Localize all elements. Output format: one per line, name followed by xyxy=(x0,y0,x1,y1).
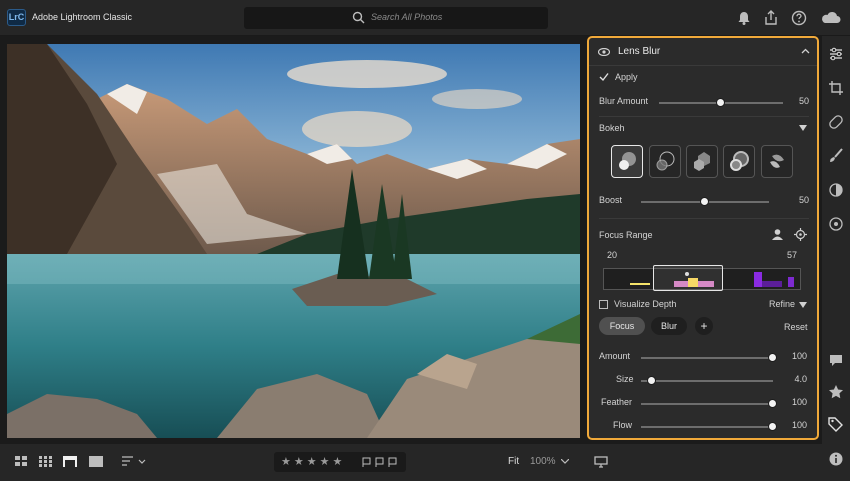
bell-icon[interactable] xyxy=(735,9,753,27)
bokeh-cat-eye-option[interactable] xyxy=(761,145,793,178)
bokeh-ring-icon xyxy=(730,151,749,171)
add-button[interactable]: + xyxy=(695,317,713,335)
slider-label-flow: Flow xyxy=(613,420,633,430)
subject-focus-icon[interactable] xyxy=(771,228,784,241)
depth-histogram[interactable] xyxy=(603,265,801,291)
bokeh-blade-icon xyxy=(694,152,710,171)
right-toolbar xyxy=(822,36,850,481)
search-icon xyxy=(352,11,365,24)
slider-value-amount: 100 xyxy=(791,351,807,361)
panel-header[interactable]: Lens Blur xyxy=(589,38,817,66)
masking-icon[interactable] xyxy=(827,181,845,199)
tag-icon[interactable] xyxy=(827,415,845,433)
apply-checkbox[interactable] xyxy=(599,72,609,82)
focus-range-handle[interactable] xyxy=(685,272,689,276)
bottom-bar: Fit 100% xyxy=(0,444,822,481)
lens-blur-panel: Lens Blur Apply Blur Amount 50 Bokeh Boo… xyxy=(587,36,819,440)
panel-title: Lens Blur xyxy=(618,46,661,57)
bokeh-bubble-option[interactable] xyxy=(649,145,681,178)
red-eye-icon[interactable] xyxy=(827,215,845,233)
slider-size[interactable] xyxy=(641,376,773,385)
slider-label-size: Size xyxy=(616,374,634,384)
slider-amount[interactable] xyxy=(641,353,777,362)
comment-icon[interactable] xyxy=(827,351,845,369)
bokeh-blade-option[interactable] xyxy=(686,145,718,178)
slider-flow[interactable] xyxy=(641,422,777,431)
app-logo: LrC xyxy=(7,9,26,26)
slider-thumb-size[interactable] xyxy=(646,376,656,385)
sort-icon[interactable] xyxy=(122,456,146,467)
focus-mode-button[interactable]: Focus xyxy=(599,317,645,335)
app-name: Adobe Lightroom Classic xyxy=(32,12,133,22)
refine-label[interactable]: Refine xyxy=(769,299,795,309)
edit-icon[interactable] xyxy=(827,45,845,63)
bokeh-circle-icon xyxy=(619,152,636,170)
detail-view-icon[interactable] xyxy=(63,456,77,467)
target-focus-icon[interactable] xyxy=(794,228,807,241)
bokeh-ring-option[interactable] xyxy=(723,145,755,178)
cloud-icon[interactable] xyxy=(820,9,842,27)
bokeh-circle-option[interactable] xyxy=(611,145,643,178)
help-icon[interactable] xyxy=(790,9,808,27)
rating-flags-bar: ★★★★★ xyxy=(274,452,406,472)
info-icon[interactable] xyxy=(827,450,845,468)
bokeh-label: Bokeh xyxy=(599,123,625,133)
boost-value: 50 xyxy=(798,195,809,205)
slider-thumb-feather[interactable] xyxy=(768,399,777,408)
search-field[interactable]: Search All Photos xyxy=(244,7,548,29)
focus-range-selector[interactable] xyxy=(653,265,723,291)
blur-amount-value: 50 xyxy=(798,96,809,106)
apply-label: Apply xyxy=(615,72,638,82)
focus-range-max: 57 xyxy=(787,250,798,260)
flags-icon[interactable] xyxy=(362,457,402,468)
boost-label: Boost xyxy=(599,195,623,205)
slider-label-amount: Amount xyxy=(599,351,631,361)
bokeh-bubble-icon xyxy=(656,151,675,171)
slider-value-flow: 100 xyxy=(791,420,807,430)
refine-dropdown-icon[interactable] xyxy=(799,302,807,308)
photo-canvas[interactable] xyxy=(7,44,580,438)
boost-thumb[interactable] xyxy=(700,197,709,206)
grid-small-icon[interactable] xyxy=(15,456,28,467)
search-placeholder: Search All Photos xyxy=(371,12,443,22)
boost-slider[interactable] xyxy=(641,197,769,206)
grid-large-icon[interactable] xyxy=(39,456,52,467)
loupe-view-icon[interactable] xyxy=(89,456,103,467)
slider-label-feather: Feather xyxy=(601,397,633,407)
brush-icon[interactable] xyxy=(827,147,845,165)
eye-icon[interactable] xyxy=(598,48,610,56)
visualize-depth-checkbox[interactable] xyxy=(599,300,608,309)
top-bar: LrC Adobe Lightroom Classic Search All P… xyxy=(0,0,850,36)
slider-thumb-flow[interactable] xyxy=(768,422,777,431)
slider-value-feather: 100 xyxy=(791,397,807,407)
landscape-photo xyxy=(7,44,580,438)
reset-button[interactable]: Reset xyxy=(784,322,808,332)
visualize-depth-label: Visualize Depth xyxy=(614,299,677,309)
focus-range-min: 20 xyxy=(607,250,618,260)
blur-amount-label: Blur Amount xyxy=(599,96,649,106)
fit-button[interactable]: Fit xyxy=(508,456,519,467)
crop-icon[interactable] xyxy=(827,79,845,97)
slider-value-size: 4.0 xyxy=(794,374,807,384)
focus-range-label: Focus Range xyxy=(599,230,653,240)
zoom-dropdown-icon[interactable] xyxy=(561,459,569,464)
star-rating[interactable]: ★★★★★ xyxy=(281,455,345,468)
slider-thumb-amount[interactable] xyxy=(768,353,777,362)
blur-amount-slider[interactable] xyxy=(659,98,783,107)
slider-feather[interactable] xyxy=(641,399,777,408)
blur-amount-thumb[interactable] xyxy=(716,98,725,107)
display-icon[interactable] xyxy=(594,456,608,468)
blur-mode-button[interactable]: Blur xyxy=(651,317,687,335)
bokeh-dropdown-icon[interactable] xyxy=(799,125,807,131)
healing-icon[interactable] xyxy=(827,113,845,131)
star-icon[interactable] xyxy=(827,383,845,401)
zoom-level[interactable]: 100% xyxy=(530,456,556,467)
collapse-chevron-icon[interactable] xyxy=(801,48,810,54)
share-icon[interactable] xyxy=(762,9,780,27)
bokeh-cat-eye-icon xyxy=(770,154,784,168)
